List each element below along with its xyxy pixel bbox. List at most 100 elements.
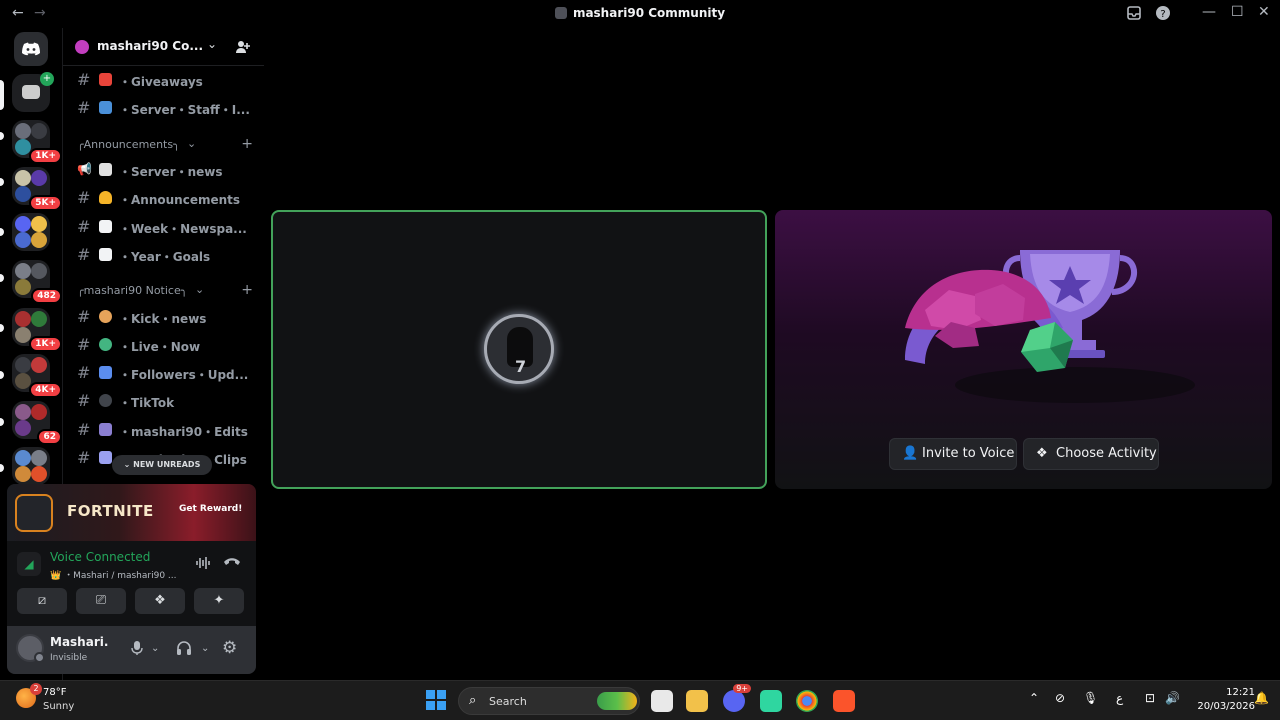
close-button[interactable]: ✕: [1258, 4, 1270, 20]
channel-label: ・TikTok: [119, 396, 175, 410]
windows-start-button[interactable]: [426, 690, 446, 710]
weather-temperature[interactable]: 78°F: [43, 687, 66, 698]
hashtag-icon: #: [77, 98, 91, 117]
server-icon-gamepad[interactable]: +: [12, 72, 54, 112]
voice-status[interactable]: Voice Connected: [50, 550, 150, 564]
language-indicator[interactable]: ع: [1116, 691, 1123, 705]
server-folder-5[interactable]: 1K+: [12, 308, 62, 352]
channel-tiktok[interactable]: # ・TikTok: [71, 389, 259, 413]
category-notice[interactable]: ╭mashari90 Notice╮ ⌄ +: [77, 282, 257, 298]
server-folder-6[interactable]: 4K+: [12, 354, 62, 398]
discord-logo-icon: [22, 42, 40, 56]
camera-off-button[interactable]: ⧄: [17, 588, 67, 614]
screen-share-button[interactable]: ⎚: [76, 588, 126, 614]
network-icon[interactable]: ⊡: [1145, 691, 1155, 705]
soundboard-icon: ✦: [213, 593, 225, 608]
channel-announcements[interactable]: # ・Announcements: [71, 186, 259, 210]
invite-to-voice-button[interactable]: 👤 Invite to Voice: [889, 438, 1017, 470]
hidden-icons-icon[interactable]: ⊘: [1055, 691, 1065, 705]
page-icon: [99, 220, 112, 233]
create-channel-button[interactable]: +: [241, 136, 253, 152]
get-reward-button[interactable]: Get Reward!: [179, 504, 242, 514]
create-channel-button[interactable]: +: [241, 282, 253, 298]
channel-giveaways[interactable]: # ・Giveaways: [71, 68, 259, 92]
channel-year-goals[interactable]: # ・Year・Goals: [71, 243, 259, 267]
server-folder-7[interactable]: 62: [12, 401, 62, 445]
minimize-button[interactable]: —: [1202, 4, 1216, 20]
channel-kick-news[interactable]: # ・Kick・news: [71, 305, 259, 329]
chevron-up-icon[interactable]: ⌃: [1029, 691, 1039, 705]
channel-followers-update[interactable]: # ・Followers・Upd...: [71, 361, 259, 385]
weather-condition[interactable]: Sunny: [43, 701, 74, 712]
file-explorer-icon[interactable]: [686, 690, 708, 712]
username[interactable]: Mashari.: [50, 635, 108, 649]
help-icon[interactable]: ?: [1155, 5, 1171, 21]
bar-chart-icon: [99, 366, 112, 379]
clock-date[interactable]: 20/03/2026: [1190, 701, 1255, 712]
headphones-icon[interactable]: [176, 640, 192, 656]
chevron-down-icon[interactable]: ⌄: [201, 643, 209, 654]
chrome-icon[interactable]: [796, 690, 818, 712]
server-folder-4[interactable]: 482: [12, 260, 62, 304]
activities-button[interactable]: ❖: [135, 588, 185, 614]
unread-indicator: [0, 324, 4, 332]
discord-taskbar-icon[interactable]: 9+: [723, 684, 751, 712]
taskbar-search[interactable]: ⌕ Search: [458, 687, 640, 715]
category-announcements[interactable]: ╭Announcements╮ ⌄ +: [77, 136, 257, 152]
server-folder-1[interactable]: 1K+: [12, 120, 62, 164]
server-icon: [554, 7, 567, 19]
search-icon: ⌕: [469, 693, 477, 708]
microphone-icon[interactable]: [131, 640, 143, 656]
svg-text:?: ?: [1160, 9, 1165, 20]
server-folder-3[interactable]: [12, 213, 50, 251]
microphone-tray-icon[interactable]: 🎙: [1083, 691, 1098, 705]
brave-icon[interactable]: [833, 690, 855, 712]
tiktok-icon: [99, 394, 112, 407]
signal-icon[interactable]: ◢: [17, 552, 41, 576]
avatar-jersey-number: 7: [515, 357, 527, 376]
weather-badge: 2: [30, 683, 42, 695]
chevron-down-icon[interactable]: ⌄: [207, 37, 217, 51]
app-icon[interactable]: [760, 690, 782, 712]
channel-live-now[interactable]: # ・Live・Now: [71, 333, 259, 357]
kick-icon: [99, 310, 112, 323]
new-unreads-button[interactable]: ⌄ NEW UNREADS: [112, 455, 212, 475]
soundboard-wave-icon[interactable]: [195, 556, 211, 570]
channel-week-newspaper[interactable]: # ・Week・Newspa...: [71, 215, 259, 239]
settings-gear-icon[interactable]: ⚙: [222, 638, 237, 658]
task-view-icon[interactable]: [651, 690, 673, 712]
person-add-icon[interactable]: [235, 39, 251, 55]
channel-server-news[interactable]: 📢 ・Server・news: [71, 158, 259, 182]
chevron-down-icon[interactable]: ⌄: [151, 643, 159, 654]
hashtag-icon: #: [77, 391, 91, 410]
maximize-button[interactable]: ☐: [1231, 4, 1244, 20]
voice-stage: 7 👤 Invite to Voice ❖ Choose Activity: [264, 28, 1280, 680]
soundboard-button[interactable]: ✦: [194, 588, 244, 614]
mention-badge: 1K+: [29, 336, 62, 352]
inbox-icon[interactable]: [1126, 5, 1142, 21]
invisible-status-icon: [34, 652, 45, 663]
promo-avatar-icon: [15, 494, 53, 532]
participant-tile[interactable]: 7: [271, 210, 767, 489]
server-folder-8[interactable]: [12, 447, 50, 485]
discord-home-button[interactable]: [14, 32, 48, 66]
disconnect-phone-icon[interactable]: [223, 555, 241, 567]
server-avatar-icon: [75, 40, 89, 54]
avatar[interactable]: [16, 634, 45, 663]
weather-icon[interactable]: 2: [16, 683, 42, 708]
voice-location[interactable]: 👑 ・Mashari / mashari90 ...: [50, 568, 177, 581]
channel-label: ・Server・news: [119, 165, 223, 179]
mention-badge: 5K+: [29, 195, 62, 211]
fortnite-promo-banner[interactable]: FORTNITE Get Reward!: [7, 484, 256, 541]
clock-time[interactable]: 12:21: [1205, 687, 1255, 698]
chevron-down-icon: ⌄: [195, 283, 205, 296]
hashtag-icon: #: [77, 188, 91, 207]
notification-bell-icon[interactable]: 🔔: [1254, 691, 1269, 705]
volume-icon[interactable]: 🔊: [1165, 691, 1180, 705]
server-folder-2[interactable]: 5K+: [12, 167, 62, 211]
channel-server-staff[interactable]: # ・Server・Staff・I...: [71, 96, 259, 120]
server-header[interactable]: mashari90 Co... ⌄: [63, 28, 264, 66]
channel-label: ・Followers・Upd...: [119, 368, 249, 382]
channel-edits[interactable]: # ・mashari90・Edits: [71, 418, 259, 442]
choose-activity-button[interactable]: ❖ Choose Activity: [1023, 438, 1159, 470]
